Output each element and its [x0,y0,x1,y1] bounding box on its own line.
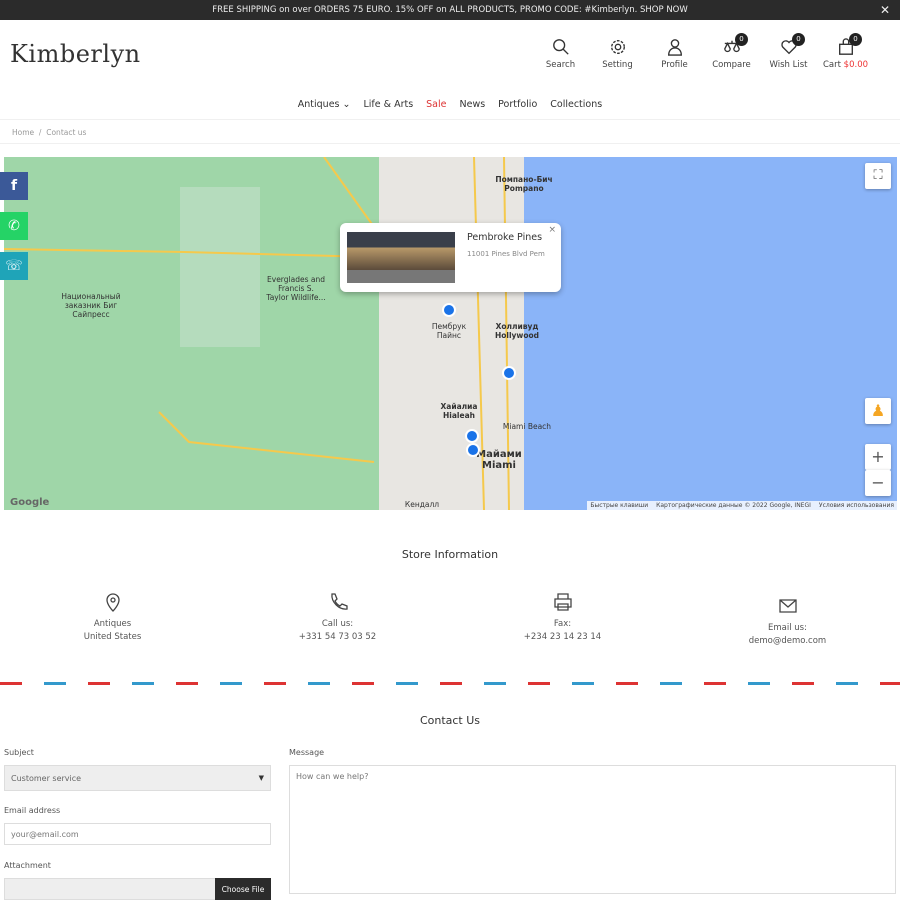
map-info-window: Pembroke Pines 11001 Pines Blvd Pem × [340,223,561,292]
email-label: Email address [4,806,61,815]
store-info: Antiques United States Call us: +331 54 73… [0,592,900,648]
zoom-out-button[interactable]: − [865,470,891,496]
pegman-icon: ♟ [870,401,886,420]
map-label: Пембрук Пайнс [431,322,467,340]
search-button[interactable]: Search [534,38,587,70]
airmail-divider [0,682,900,685]
search-label: Search [545,60,576,70]
zoom-in-button[interactable]: + [865,444,891,470]
nav-sale[interactable]: Sale [426,99,446,110]
whatsapp-icon: ✆ [8,218,20,234]
map-label: Помпано-Бич Pompano [495,175,553,193]
map-attribution: Быстрые клавиши Картографические данные ©… [587,501,897,510]
store-address: Antiques United States [0,592,225,648]
wishlist-count: 0 [792,33,805,46]
close-icon[interactable]: ✕ [880,3,890,17]
breadcrumb-home[interactable]: Home [12,128,34,137]
contact-title: Contact Us [419,714,481,727]
fullscreen-icon: ⛶ [873,168,883,183]
caret-down-icon: ▼ [258,774,264,782]
phone-icon: ☏ [5,258,23,274]
message-label: Message [289,748,325,757]
header: Kimberlyn Search Setting Profile 0 Compar… [0,20,900,90]
printer-icon [553,593,572,611]
setting-button[interactable]: Setting [591,38,644,70]
street-view-pegman[interactable]: ♟ [865,398,891,424]
map-marker[interactable] [502,366,516,380]
store-email: Email us: demo@demo.com [675,592,900,648]
terms-link[interactable]: Условия использования [819,502,894,509]
map[interactable]: Национальный заказник Биг Сайпресс Everg… [4,157,897,510]
fullscreen-button[interactable]: ⛶ [865,163,891,189]
promo-text: FREE SHIPPING on over ORDERS 75 EURO. 15… [212,5,688,15]
gear-icon [610,40,625,54]
phone-button[interactable]: ☏ [0,252,28,280]
search-icon [552,39,569,55]
whatsapp-button[interactable]: ✆ [0,212,28,240]
map-marker[interactable] [466,443,480,457]
compare-label: Compare [712,60,751,70]
close-icon[interactable]: × [548,225,556,235]
email-input[interactable]: your@email.com [4,823,271,845]
message-textarea[interactable]: How can we help? [289,765,896,894]
map-label: Национальный заказник Биг Сайпресс [61,292,121,319]
promo-bar: FREE SHIPPING on over ORDERS 75 EURO. 15… [0,0,900,20]
google-logo: Google [10,497,50,508]
chevron-down-icon: ⌄ [342,99,351,110]
cart-price: $0.00 [843,60,869,70]
store-phone: Call us: +331 54 73 03 52 [225,592,450,648]
choose-file-button[interactable]: Choose File [215,878,271,900]
facebook-button[interactable]: f [0,172,28,200]
logo[interactable]: Kimberlyn [10,40,141,68]
phone-icon [330,593,348,610]
cart-count: 0 [849,33,862,46]
map-data-credit: Картографические данные © 2022 Google, I… [656,502,811,509]
wishlist-button[interactable]: 0 Wish List [762,33,815,70]
profile-label: Profile [661,60,688,70]
map-label: Miami Beach [502,422,552,431]
nav-news[interactable]: News [460,99,486,110]
nav-collections[interactable]: Collections [550,99,602,110]
info-window-address: 11001 Pines Blvd Pem [467,250,545,258]
cart-label: Cart [822,60,841,70]
attachment-input[interactable] [4,878,216,900]
nav-life-arts[interactable]: Life & Arts [364,99,414,110]
map-label: Everglades and Francis S. Taylor Wildlif… [266,275,326,302]
user-icon [667,39,682,56]
map-marker[interactable] [442,303,456,317]
map-label: Кендалл [404,500,440,509]
store-fax: Fax: +234 23 14 23 14 [450,592,675,648]
keyboard-shortcuts-link[interactable]: Быстрые клавиши [590,502,648,509]
compare-count: 0 [735,33,748,46]
facebook-icon: f [10,178,18,194]
store-info-title: Store Information [401,548,499,561]
cart-button[interactable]: 0 Cart $0.00 [819,33,872,70]
profile-button[interactable]: Profile [648,38,701,70]
breadcrumb: Home / Contact us [0,120,900,144]
email-link[interactable]: demo@demo.com [675,635,900,648]
store-photo [347,232,455,283]
map-label: Хайалиа Hialeah [440,402,478,420]
location-pin-icon [105,593,120,612]
nav-antiques[interactable]: Antiques ⌄ [298,99,351,110]
subject-select[interactable]: Customer service ▼ [4,765,271,791]
map-label: Холливуд Hollywood [494,322,540,340]
envelope-icon [778,599,797,613]
attachment-label: Attachment [4,861,51,870]
compare-button[interactable]: 0 Compare [705,33,758,70]
info-window-title: Pembroke Pines [467,232,543,243]
nav-portfolio[interactable]: Portfolio [498,99,537,110]
setting-label: Setting [602,60,633,70]
subject-label: Subject [4,748,34,757]
breadcrumb-current: Contact us [46,128,87,137]
main-nav: Antiques ⌄ Life & Arts Sale News Portfol… [0,90,900,120]
map-label: Майами Miami [476,449,522,471]
wishlist-label: Wish List [769,60,808,70]
map-marker[interactable] [465,429,479,443]
